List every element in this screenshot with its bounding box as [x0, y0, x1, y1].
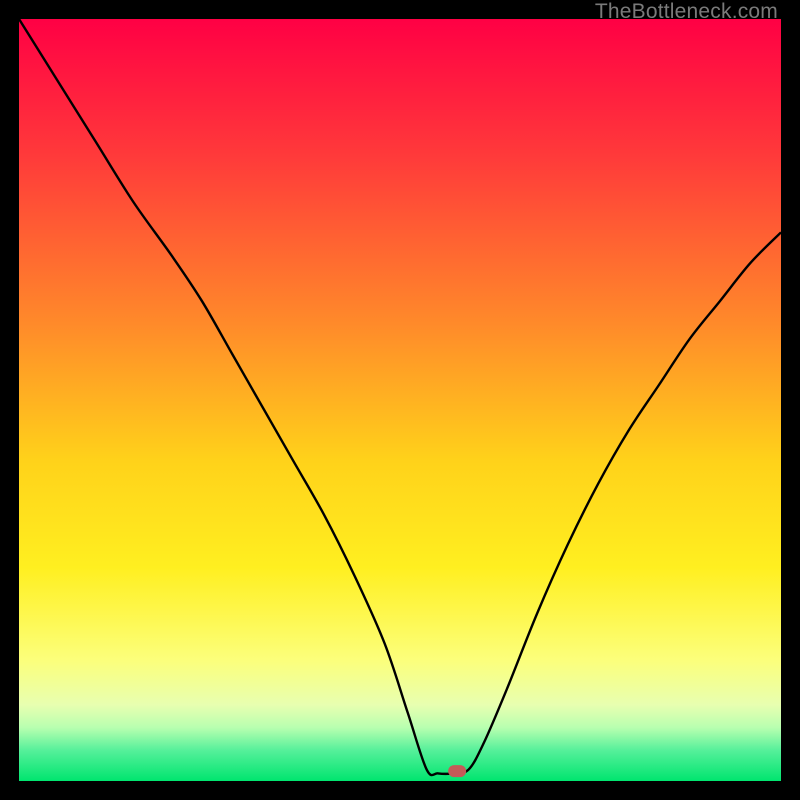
chart-frame	[19, 19, 781, 781]
gradient-background	[19, 19, 781, 781]
bottleneck-chart	[19, 19, 781, 781]
watermark-label: TheBottleneck.com	[595, 0, 778, 24]
optimal-marker	[448, 765, 466, 777]
